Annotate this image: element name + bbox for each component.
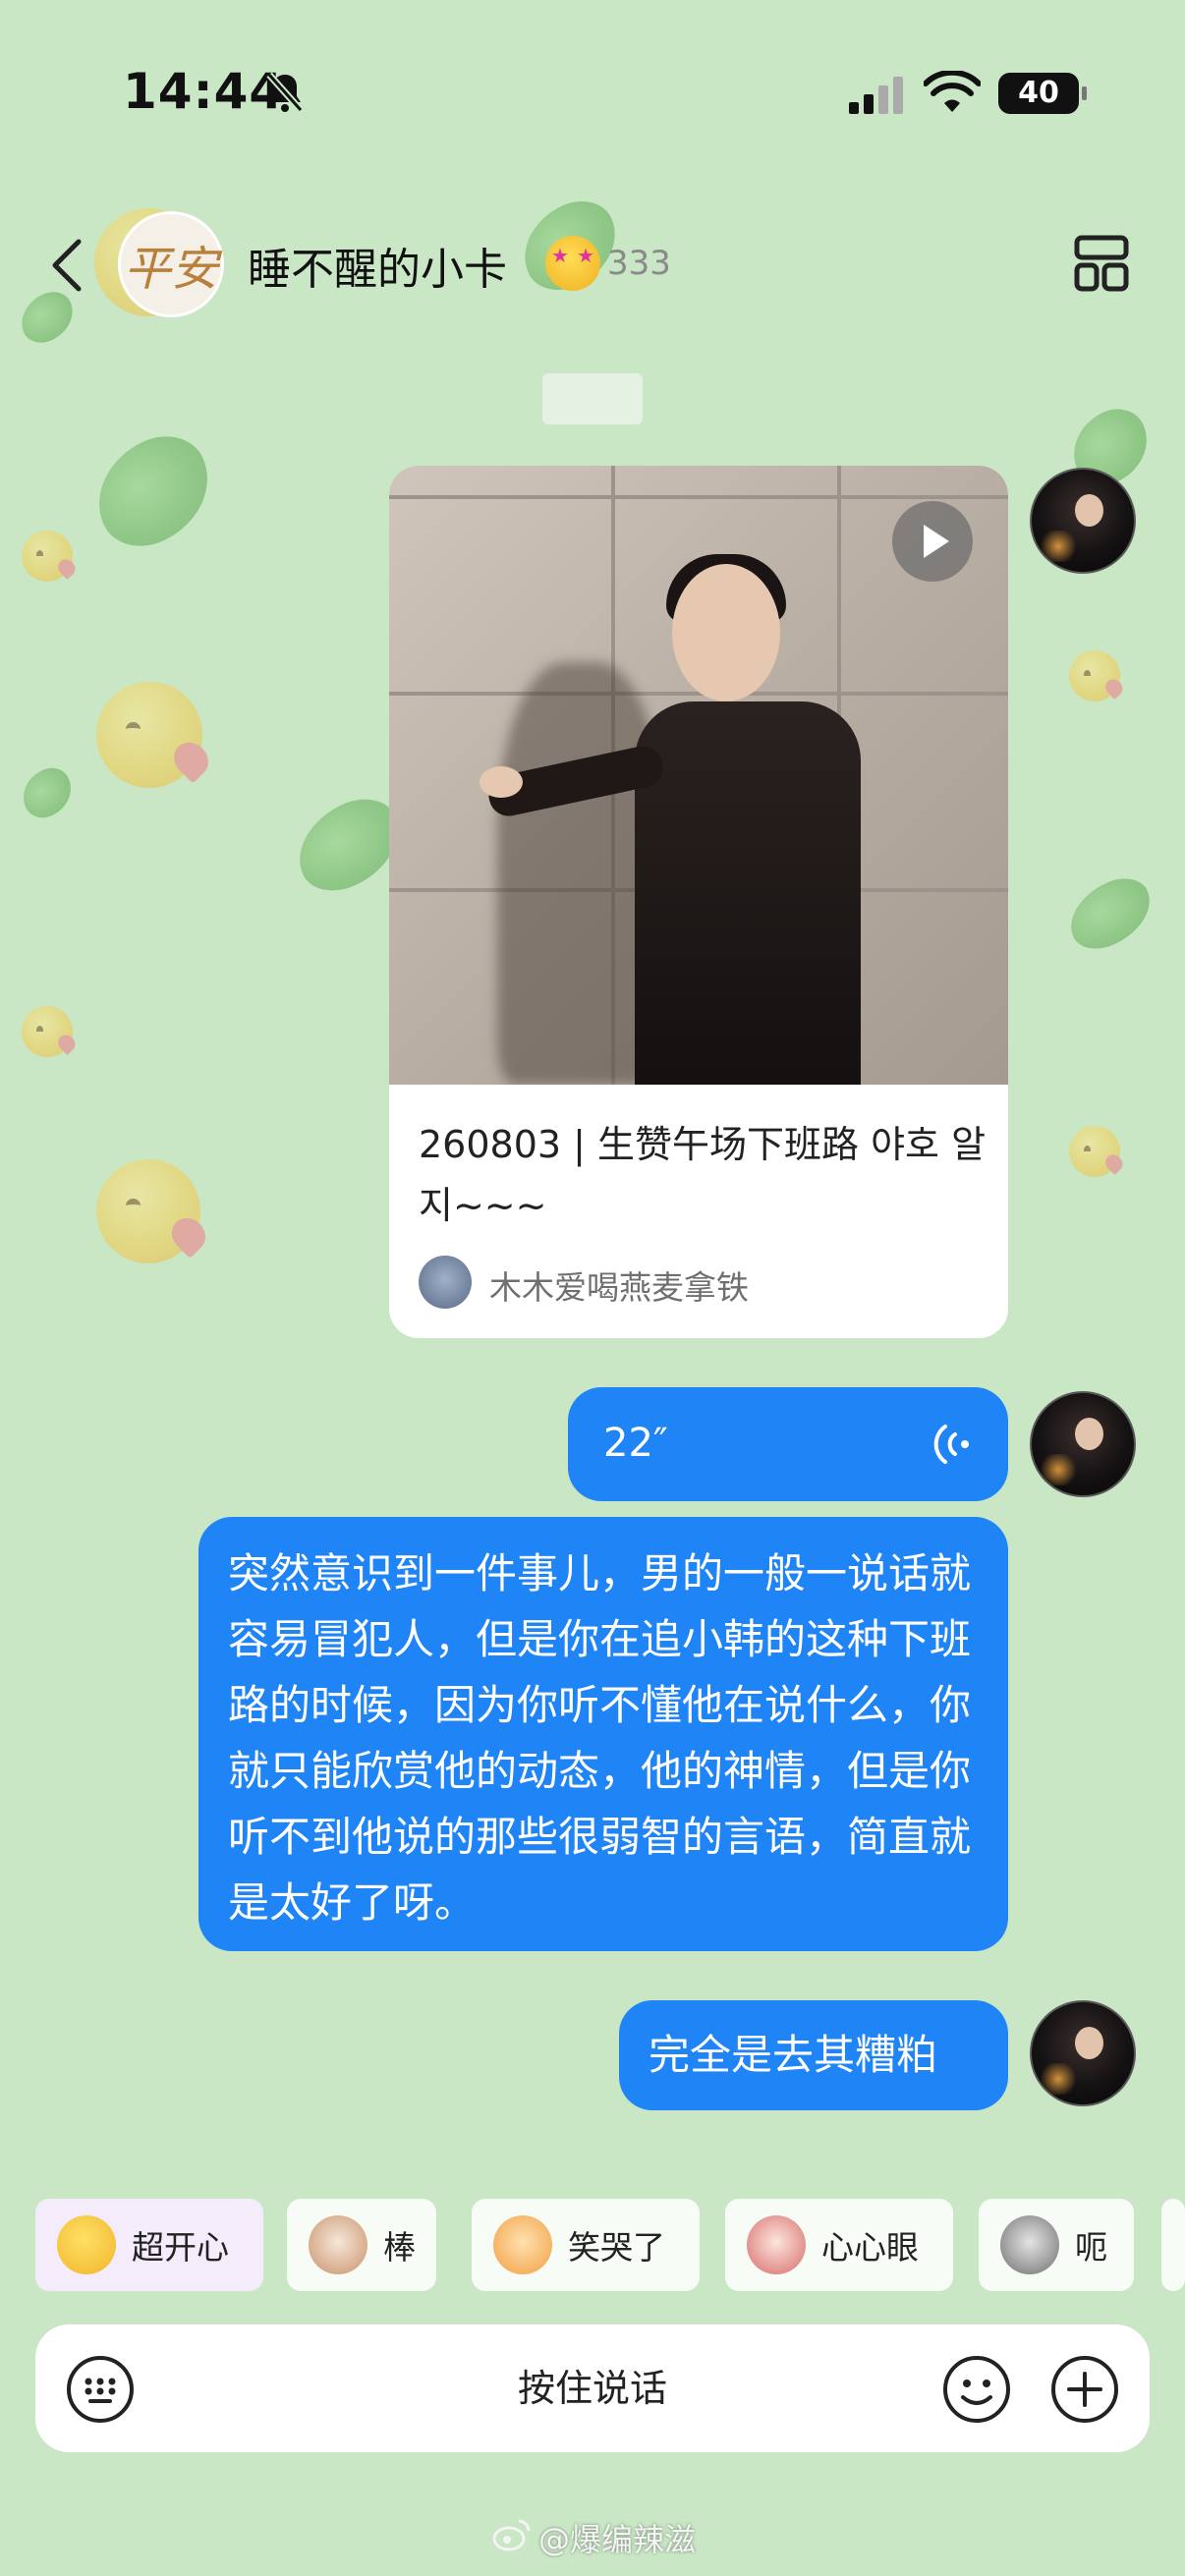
video-title: 260803 | 生赞午场下班路 야호 알지~~~: [419, 1123, 987, 1227]
user-avatar[interactable]: [1030, 468, 1136, 574]
kiss-emoji-decoration: [22, 1006, 73, 1057]
keyboard-icon[interactable]: [65, 2354, 136, 2425]
leaf-decoration: [14, 761, 81, 824]
cat-tears-of-joy-icon: [493, 2215, 552, 2274]
bell-off-icon: [266, 72, 304, 113]
shared-video-card[interactable]: 260803 | 生赞午场下班路 야호 알지~~~ 木木爱喝燕麦拿铁: [389, 466, 1008, 1338]
kiss-emoji-decoration: [22, 531, 73, 582]
voice-duration: 22″: [603, 1421, 668, 1466]
cat-awkward-icon: [1000, 2215, 1059, 2274]
reaction-super-happy[interactable]: 超开心: [35, 2199, 263, 2291]
reaction-heart-eyes[interactable]: 心心眼: [725, 2199, 953, 2291]
star-eyes-emoji-icon: [57, 2215, 116, 2274]
chat-title[interactable]: 睡不醒的小卡: [248, 234, 507, 297]
quick-reaction-bar: 超开心 棒 笑哭了 心心眼 呃: [35, 2199, 1185, 2291]
text-message-bubble[interactable]: 突然意识到一件事儿，男的一般一说话就容易冒犯人，但是你在追小韩的这种下班路的时候…: [198, 1517, 1008, 1951]
input-bar: 按住说话: [35, 2324, 1150, 2452]
text-message-bubble[interactable]: 完全是去其糟粕: [619, 2000, 1008, 2110]
leaf-decoration: [1058, 868, 1162, 959]
user-avatar[interactable]: [1030, 1391, 1136, 1497]
chat-count: 333: [607, 244, 671, 283]
blurred-timestamp: [542, 373, 643, 424]
weibo-logo-icon: [492, 2519, 531, 2551]
status-bar: 14:44 40: [0, 0, 1185, 187]
reaction-more[interactable]: [1161, 2199, 1185, 2291]
play-icon[interactable]: [892, 501, 973, 582]
voice-wave-icon: [933, 1425, 969, 1464]
cat-heart-eyes-icon: [747, 2215, 806, 2274]
reaction-great[interactable]: 棒: [287, 2199, 436, 2291]
layout-menu-icon[interactable]: [1073, 234, 1130, 293]
emoji-icon[interactable]: [941, 2354, 1012, 2425]
kiss-emoji-decoration: [1069, 650, 1120, 701]
battery-indicator: 40: [998, 73, 1087, 114]
video-thumbnail[interactable]: [389, 466, 1008, 1085]
leaf-decoration: [12, 285, 83, 350]
chat-avatar[interactable]: 平安: [118, 211, 224, 317]
wifi-icon: [924, 71, 981, 112]
kiss-emoji-decoration: [96, 1159, 200, 1263]
cellular-signal-icon: [849, 77, 903, 114]
back-arrow-icon[interactable]: [49, 236, 85, 295]
plus-icon[interactable]: [1049, 2354, 1120, 2425]
cat-thumbs-up-icon: [309, 2215, 367, 2274]
reaction-awkward[interactable]: 呃: [979, 2199, 1134, 2291]
reaction-laugh-cry[interactable]: 笑哭了: [472, 2199, 700, 2291]
kiss-emoji-decoration: [96, 682, 202, 788]
voice-message-bubble[interactable]: 22″: [568, 1387, 1008, 1501]
star-eyes-emoji-icon: [545, 236, 600, 291]
watermark: @爆编辣滋: [538, 2521, 697, 2558]
status-time: 14:44: [123, 63, 285, 120]
kiss-emoji-decoration: [1069, 1126, 1120, 1177]
user-avatar[interactable]: [1030, 2000, 1136, 2106]
author-avatar: [419, 1256, 472, 1309]
leaf-decoration: [79, 421, 228, 561]
author-name: 木木爱喝燕麦拿铁: [489, 1268, 749, 1307]
